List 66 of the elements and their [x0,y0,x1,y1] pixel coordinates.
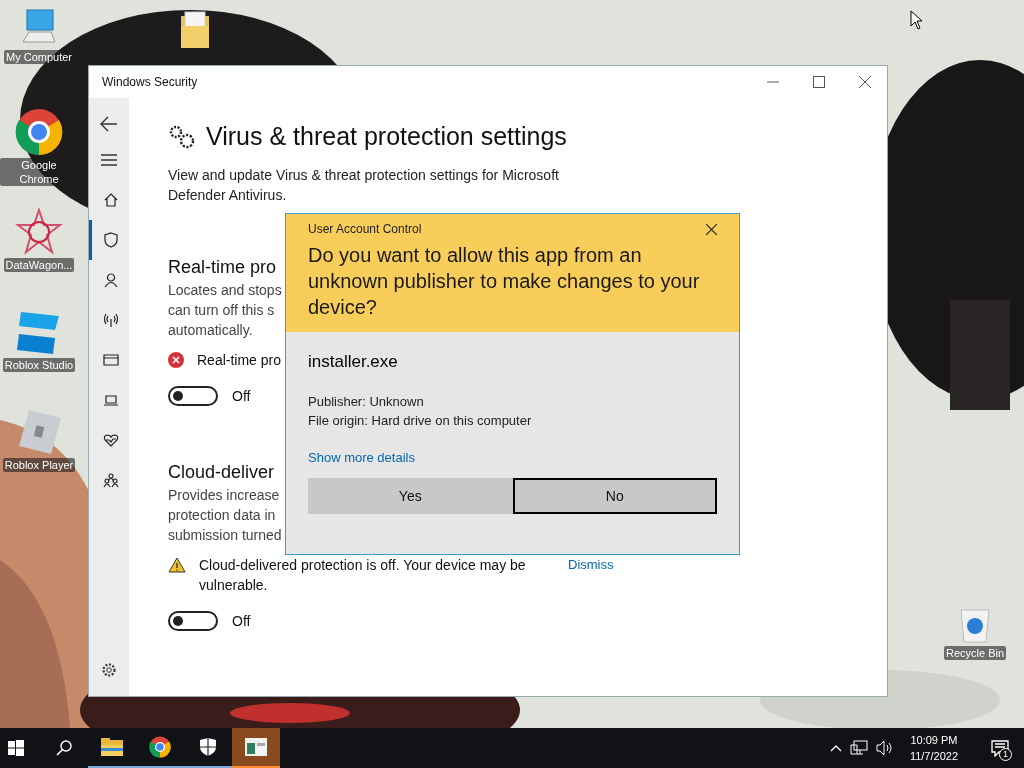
section-description: Provides increase [168,486,280,505]
file-origin-text: File origin: Hard drive on this computer [308,412,533,430]
warning-icon [168,557,186,573]
page-title: Virus & threat protection settings [206,122,567,151]
folder-icon[interactable] [179,10,211,50]
close-icon[interactable] [706,223,717,235]
notification-icon[interactable] [991,739,1009,757]
laptop-icon [102,392,119,408]
window-title: Windows Security [102,75,199,89]
chrome-icon[interactable] [15,108,63,156]
dialog-button[interactable]: Yes [308,478,513,514]
clock-time[interactable]: 10:09 PM [910,732,958,748]
wifi-icon [102,312,119,328]
icon-label: Roblox Player [2,458,76,472]
error-icon [168,352,184,368]
toggle-label: Off [232,613,251,629]
status-message: Cloud-delivered protection is off. Your device may be vulnerable. [199,556,527,595]
home-icon [102,192,119,208]
details-link[interactable]: Show more details [308,448,717,468]
icon-label: My Computer [4,50,74,64]
person-icon [102,272,119,288]
section-description: submission turned [168,526,282,545]
publisher-text: Publisher: Unknown [308,393,425,411]
section-heading: Cloud-deliver [168,462,275,483]
section-description: can turn off this s [168,301,275,320]
shield-icon [102,232,119,248]
toggle-switch[interactable] [168,386,218,406]
section-description: protection data in [168,506,276,525]
taskbar-app[interactable] [232,728,280,768]
family-icon [102,472,119,488]
start-icon[interactable] [8,740,24,756]
section-description: automatically. [168,321,253,340]
dialog-title: User Account Control [308,222,422,236]
close-icon[interactable] [859,76,871,88]
toggle-label: Off [232,388,251,404]
dialog-button[interactable]: No [512,478,717,514]
maximize-icon[interactable] [813,76,825,88]
status-message: Real-time pro [197,351,282,370]
toggle-switch[interactable] [168,611,218,631]
chevron-up-icon[interactable] [829,744,842,752]
browser-icon [102,352,119,368]
dialog-question: Do you want to allow this app from an unknown publisher to make changes to your device? [308,243,701,320]
dismiss-link[interactable]: Dismiss [568,555,614,575]
search-icon[interactable] [56,740,72,756]
clock-date[interactable]: 11/7/2022 [909,748,958,764]
section-description: Locates and stops [168,281,282,300]
network-icon[interactable] [849,740,868,756]
heart-icon [102,432,119,448]
notification-count: 1 [999,747,1012,761]
app-window-icon [245,738,267,756]
settings-icon[interactable] [101,662,117,678]
back-icon[interactable] [100,116,118,132]
page-description: View and update Virus & threat protection settings for Microsoft Defender Antivirus. [168,166,560,205]
icon-label: Recycle Bin [943,646,1007,660]
folder-icon [101,738,123,756]
icon-label: Roblox Studio [2,358,76,372]
mouse-cursor-icon [910,10,924,30]
section-heading: Real-time pro [168,257,277,278]
program-name: installer.exe [308,352,399,372]
gears-icon [168,123,196,150]
chrome-icon [149,736,171,758]
shield-icon [199,737,217,757]
icon-label: DataWagon... [3,258,75,272]
menu-icon[interactable] [101,154,117,166]
volume-icon[interactable] [875,740,894,756]
star-pattern-icon[interactable] [15,208,63,256]
